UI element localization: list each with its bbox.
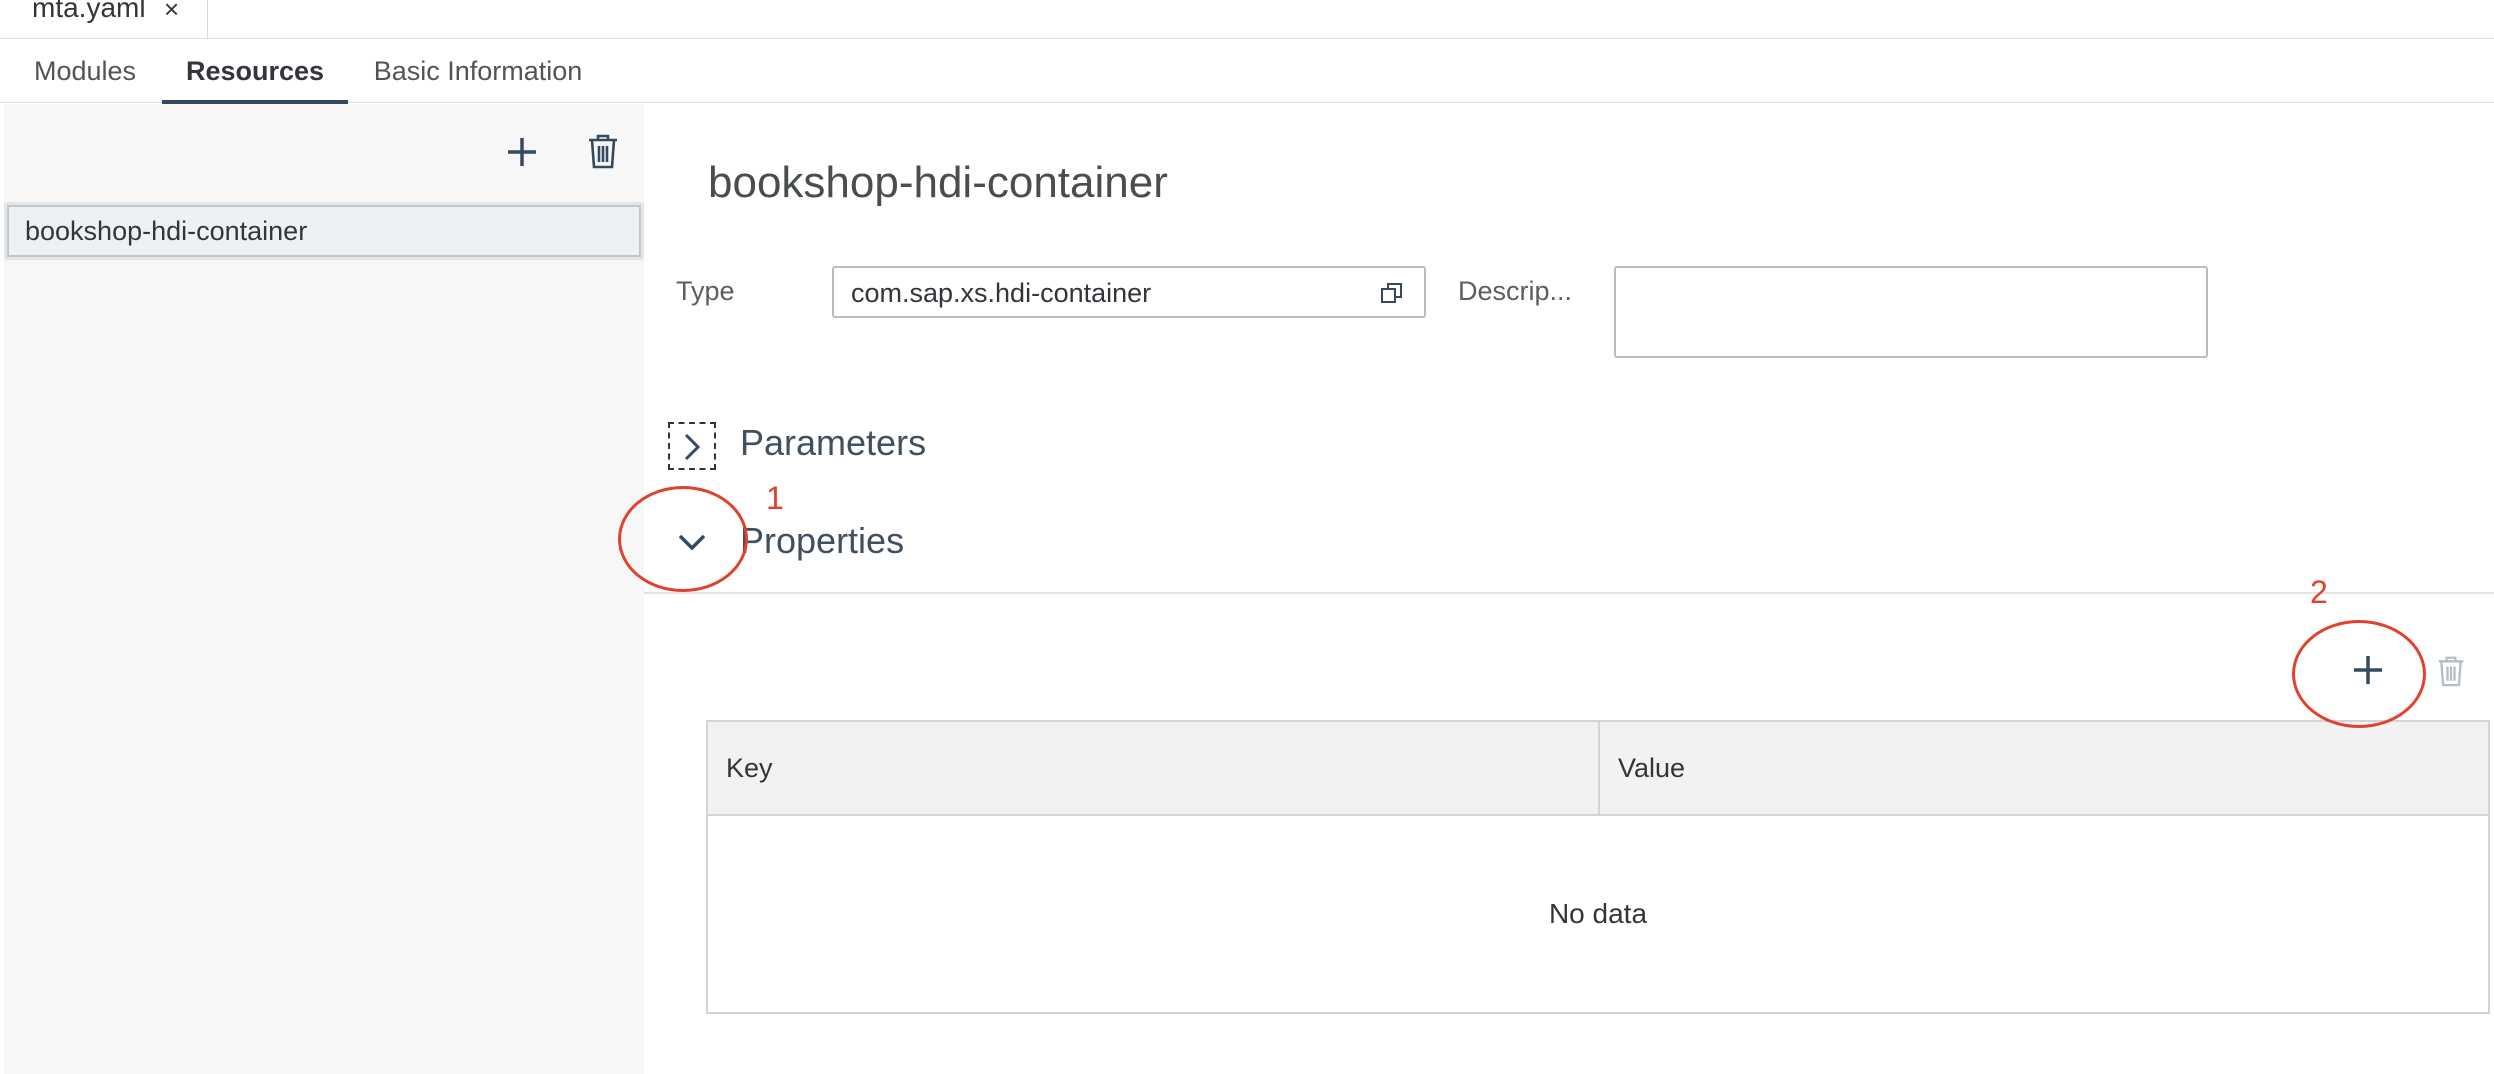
annotation-circle-2 bbox=[2292, 620, 2426, 728]
page-title: bookshop-hdi-container bbox=[708, 158, 1168, 207]
file-tab-name[interactable]: mta.yaml bbox=[32, 0, 146, 24]
table-header: Key Value bbox=[708, 722, 2488, 816]
sidebar-item-label: bookshop-hdi-container bbox=[25, 216, 308, 246]
properties-title: Properties bbox=[740, 520, 905, 561]
description-label: Descrip... bbox=[1458, 276, 1573, 306]
close-icon[interactable]: × bbox=[164, 0, 179, 25]
tab-modules[interactable]: Modules bbox=[30, 39, 140, 103]
value-help-icon[interactable] bbox=[1380, 281, 1404, 305]
tab-resources[interactable]: Resources bbox=[162, 39, 348, 104]
parameters-expand-button[interactable] bbox=[668, 422, 716, 470]
divider bbox=[644, 592, 2494, 594]
column-divider bbox=[1598, 722, 1600, 814]
chevron-right-icon bbox=[684, 433, 701, 461]
editor-tabs: Modules Resources Basic Information bbox=[0, 39, 2494, 104]
sidebar-item-bookshop-hdi-container[interactable]: bookshop-hdi-container bbox=[7, 205, 641, 257]
description-field[interactable] bbox=[1614, 266, 2208, 358]
column-header-key[interactable]: Key bbox=[726, 722, 773, 814]
parameters-title: Parameters bbox=[740, 422, 927, 463]
column-header-value[interactable]: Value bbox=[1618, 722, 1685, 814]
trash-icon[interactable] bbox=[2436, 654, 2466, 688]
type-field[interactable]: com.sap.xs.hdi-container bbox=[832, 266, 1426, 318]
annotation-circle-1 bbox=[618, 486, 748, 592]
no-data-text: No data bbox=[1548, 898, 1648, 929]
type-label: Type bbox=[676, 276, 735, 306]
annotation-label-2: 2 bbox=[2310, 574, 2328, 610]
trash-icon[interactable] bbox=[586, 132, 620, 170]
plus-icon[interactable] bbox=[504, 134, 540, 170]
file-tab[interactable]: mta.yaml × bbox=[0, 0, 208, 38]
type-field-value: com.sap.xs.hdi-container bbox=[851, 278, 1152, 308]
tab-basic-information[interactable]: Basic Information bbox=[370, 39, 586, 103]
properties-table: Key Value No data bbox=[706, 720, 2490, 1014]
annotation-label-1: 1 bbox=[766, 480, 784, 516]
